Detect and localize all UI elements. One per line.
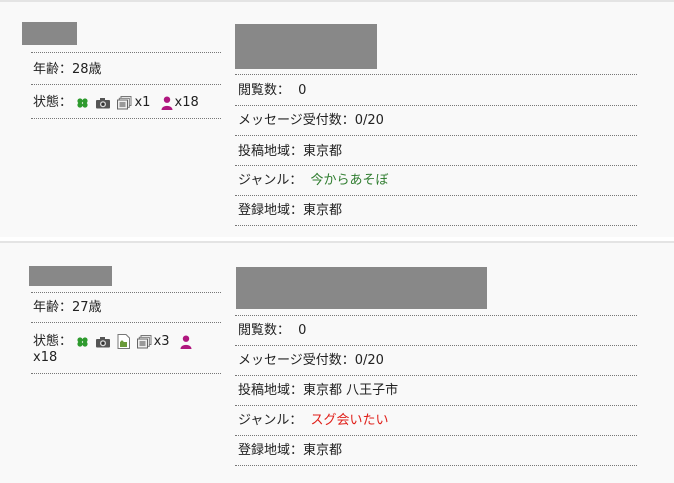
message-accept-row: メッセージ受付数：0/20 [238, 353, 384, 368]
genre-row: ジャンル： スグ会いたい [238, 413, 389, 429]
redacted-username [29, 266, 112, 286]
divider [31, 292, 221, 293]
redacted-title [235, 24, 377, 69]
divider [235, 225, 637, 226]
divider [31, 52, 221, 53]
divider [235, 195, 637, 196]
genre-row: ジャンル： 今からあそぼ [238, 173, 389, 189]
age-text: 年齢：27歳 [33, 300, 102, 315]
divider [31, 118, 221, 119]
friends-count: x18 [33, 350, 58, 365]
status-label: 状態： [33, 334, 73, 349]
person-icon[interactable] [180, 335, 192, 349]
age-text: 年齢：28歳 [33, 62, 102, 77]
divider [235, 165, 637, 166]
divider [235, 345, 637, 346]
redacted-username [22, 22, 77, 45]
post-area-row: 投稿地域：東京都 [238, 144, 343, 159]
photos-icon[interactable] [117, 95, 132, 110]
document-icon[interactable] [117, 334, 131, 349]
camera-icon[interactable] [95, 97, 111, 109]
register-area-row: 登録地域：東京都 [238, 443, 343, 458]
status-row: 状態： x3 x18 [33, 334, 218, 366]
person-icon[interactable] [161, 96, 173, 110]
genre-label: ジャンル： [238, 173, 303, 188]
photos-count: x3 [153, 334, 170, 349]
redacted-title [236, 267, 487, 309]
views-label: 閲覧数： [238, 83, 291, 98]
divider [31, 84, 221, 85]
status-label: 状態： [33, 95, 73, 110]
status-row: 状態： x1 x18 [33, 95, 199, 111]
divider [235, 435, 637, 436]
divider [235, 405, 637, 406]
divider [235, 135, 637, 136]
views-value: 0 [298, 83, 307, 98]
divider [235, 74, 637, 75]
views-label: 閲覧数： [238, 323, 291, 338]
profile-card-1[interactable]: 年齢：28歳 状態： x1 x18 閲覧数： 0 メッセージ受付数：0/20 投… [0, 0, 674, 237]
friends-count: x18 [174, 95, 199, 110]
clover-icon [77, 97, 88, 108]
post-area-row: 投稿地域：東京都 八王子市 [238, 383, 399, 398]
camera-icon[interactable] [95, 336, 111, 348]
divider [31, 322, 221, 323]
genre-link[interactable]: スグ会いたい [311, 413, 389, 428]
profile-card-2[interactable]: 年齢：27歳 状態： x3 x18 閲覧数： 0 メッセージ受付数：0/20 投… [0, 241, 674, 483]
views-row: 閲覧数： 0 [238, 323, 306, 339]
divider [235, 315, 637, 316]
genre-link[interactable]: 今からあそぼ [311, 173, 389, 188]
divider [31, 373, 221, 374]
views-row: 閲覧数： 0 [238, 83, 306, 99]
divider [235, 375, 637, 376]
photos-count: x1 [134, 95, 151, 110]
divider [235, 465, 637, 466]
register-area-row: 登録地域：東京都 [238, 203, 343, 218]
divider [235, 105, 637, 106]
genre-label: ジャンル： [238, 413, 303, 428]
photos-icon[interactable] [136, 334, 152, 349]
views-value: 0 [298, 323, 307, 338]
clover-icon [77, 336, 88, 347]
message-accept-row: メッセージ受付数：0/20 [238, 113, 384, 128]
